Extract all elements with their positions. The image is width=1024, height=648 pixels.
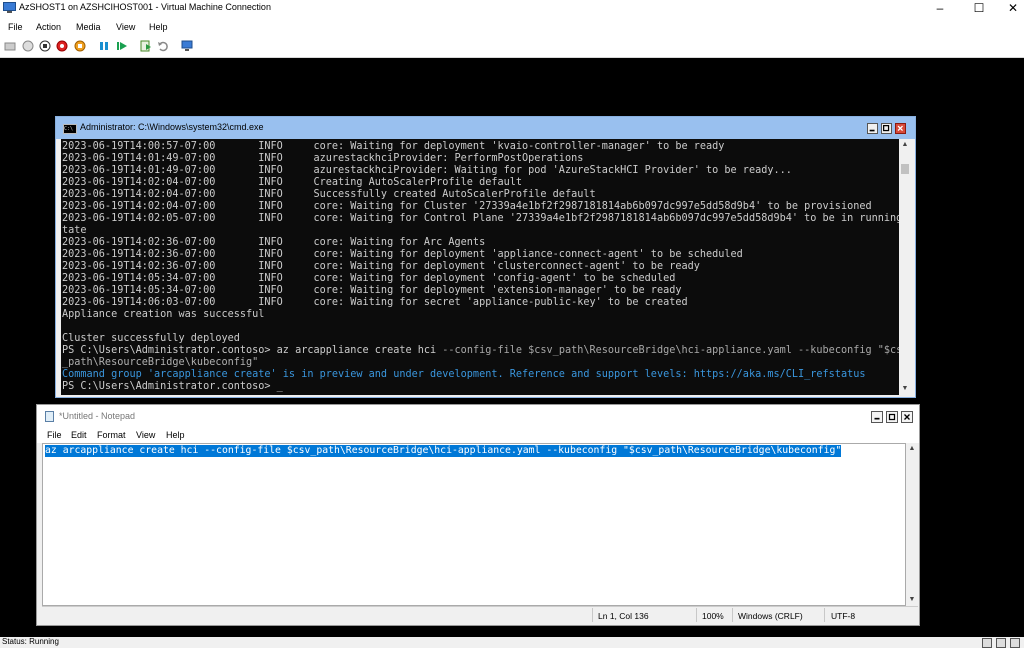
notepad-titlebar[interactable]: *Untitled - Notepad [37, 405, 919, 427]
console-line: 2023-06-19T14:06:03-07:00 INFO core: Wai… [62, 297, 688, 308]
cmd-window-title: Administrator: C:\Windows\system32\cmd.e… [80, 122, 264, 132]
console-prompt-line: PS C:\Users\Administrator.contoso> az ar… [62, 345, 899, 357]
checkpoint-icon[interactable] [140, 40, 152, 52]
notepad-close-icon[interactable] [901, 411, 913, 423]
notepad-window: *Untitled - Notepad File Edit Format Vie… [36, 404, 920, 626]
host-toolbar [0, 36, 1024, 58]
console-line: 2023-06-19T14:01:49-07:00 INFO azurestac… [62, 165, 792, 176]
cmd-titlebar[interactable]: C:\ Administrator: C:\Windows\system32\c… [56, 117, 915, 139]
scroll-up-icon[interactable]: ▲ [906, 443, 918, 455]
host-close-button[interactable]: ✕ [996, 0, 1024, 16]
notepad-icon [45, 411, 54, 422]
notepad-maximize-icon[interactable] [886, 411, 898, 423]
scroll-thumb[interactable] [901, 164, 909, 174]
console-line: 2023-06-19T14:05:34-07:00 INFO core: Wai… [62, 273, 676, 284]
console-line: 2023-06-19T14:02:36-07:00 INFO core: Wai… [62, 237, 486, 248]
prompt-arguments: --config-file $csv_path\ResourceBridge\h… [442, 345, 899, 356]
notepad-selected-text[interactable]: az arcappliance create hci --config-file… [45, 445, 842, 457]
status-divider [592, 608, 593, 622]
console-line: 2023-06-19T14:01:49-07:00 INFO azurestac… [62, 153, 584, 164]
notepad-statusbar: Ln 1, Col 136 100% Windows (CRLF) UTF-8 [42, 606, 918, 624]
ctrl-alt-del-icon[interactable] [4, 40, 16, 52]
cmd-maximize-icon[interactable] [881, 123, 892, 134]
notepad-menu-view[interactable]: View [136, 430, 155, 440]
notepad-menu-help[interactable]: Help [166, 430, 185, 440]
menu-action[interactable]: Action [36, 22, 61, 32]
host-menubar: File Action Media View Help [0, 19, 1024, 35]
console-line-continuation: _path\ResourceBridge\kubeconfig" [62, 357, 259, 368]
cmd-window: C:\ Administrator: C:\Windows\system32\c… [55, 116, 916, 398]
menu-media[interactable]: Media [76, 22, 101, 32]
status-divider [696, 608, 697, 622]
console-line: 2023-06-19T14:02:04-07:00 INFO Creating … [62, 177, 523, 188]
status-cursor-position: Ln 1, Col 136 [598, 611, 649, 621]
cmd-icon: C:\ [63, 124, 77, 134]
status-encoding: UTF-8 [831, 611, 856, 621]
screen-icon [1010, 638, 1020, 648]
menu-file[interactable]: File [8, 22, 23, 32]
console-line: 2023-06-19T14:05:34-07:00 INFO core: Wai… [62, 285, 682, 296]
console-warning-line: Command group 'arcappliance create' is i… [62, 369, 866, 380]
notepad-window-title: *Untitled - Notepad [59, 411, 136, 421]
console-line: 2023-06-19T14:02:05-07:00 INFO core: Wai… [62, 213, 899, 224]
host-statusbar: Status: Running [0, 637, 1024, 648]
console-line: tate [62, 225, 87, 236]
menu-view[interactable]: View [116, 22, 135, 32]
console-line: 2023-06-19T14:00:57-07:00 INFO core: Wai… [62, 141, 725, 152]
scroll-down-icon[interactable]: ▼ [899, 383, 911, 395]
console-line: Appliance creation was successful [62, 309, 265, 320]
notepad-menu-edit[interactable]: Edit [71, 430, 87, 440]
cmd-minimize-icon[interactable] [867, 123, 878, 134]
vm-status-text: Status: Running [2, 637, 59, 646]
revert-icon[interactable] [157, 40, 169, 52]
lock-icon [996, 638, 1006, 648]
cmd-vertical-scrollbar[interactable]: ▲ ▼ [899, 139, 911, 395]
console-line: 2023-06-19T14:02:04-07:00 INFO Successfu… [62, 189, 596, 200]
status-zoom: 100% [702, 611, 724, 621]
notepad-menu-file[interactable]: File [47, 430, 62, 440]
keyboard-icon [982, 638, 992, 648]
scroll-up-icon[interactable]: ▲ [899, 139, 911, 151]
host-maximize-button[interactable]: ☐ [962, 0, 996, 16]
vm-connection-icon [3, 2, 16, 13]
pause-icon[interactable] [98, 40, 110, 52]
status-divider [732, 608, 733, 622]
notepad-menu-format[interactable]: Format [97, 430, 126, 440]
console-line: 2023-06-19T14:02:36-07:00 INFO core: Wai… [62, 249, 743, 260]
cmd-console-output[interactable]: 2023-06-19T14:00:57-07:00 INFO core: Wai… [61, 139, 899, 395]
resume-icon[interactable] [116, 40, 128, 52]
host-minimize-button[interactable]: – [923, 0, 957, 16]
console-line: 2023-06-19T14:02:04-07:00 INFO core: Wai… [62, 201, 872, 212]
console-line: 2023-06-19T14:02:36-07:00 INFO core: Wai… [62, 261, 700, 272]
notepad-text-area[interactable]: az arcappliance create hci --config-file… [42, 443, 906, 606]
start-icon[interactable] [22, 40, 34, 52]
notepad-minimize-icon[interactable] [871, 411, 883, 423]
prompt-command: PS C:\Users\Administrator.contoso> az ar… [62, 345, 443, 356]
save-state-icon[interactable] [74, 40, 86, 52]
shut-down-icon[interactable] [56, 40, 68, 52]
turn-off-icon[interactable] [39, 40, 51, 52]
console-line: Cluster successfully deployed [62, 333, 240, 344]
notepad-vertical-scrollbar[interactable]: ▲ ▼ [906, 443, 918, 606]
console-current-prompt: PS C:\Users\Administrator.contoso> _ [62, 381, 283, 392]
menu-help[interactable]: Help [149, 22, 168, 32]
status-line-ending: Windows (CRLF) [738, 611, 803, 621]
enhanced-session-icon[interactable] [181, 40, 193, 52]
cmd-close-icon[interactable] [895, 123, 906, 134]
status-divider [824, 608, 825, 622]
host-window-title: AzSHOST1 on AZSHCIHOST001 - Virtual Mach… [19, 2, 271, 12]
host-titlebar: AzSHOST1 on AZSHCIHOST001 - Virtual Mach… [0, 0, 1024, 18]
notepad-menubar: File Edit Format View Help [37, 427, 919, 443]
scroll-down-icon[interactable]: ▼ [906, 594, 918, 606]
